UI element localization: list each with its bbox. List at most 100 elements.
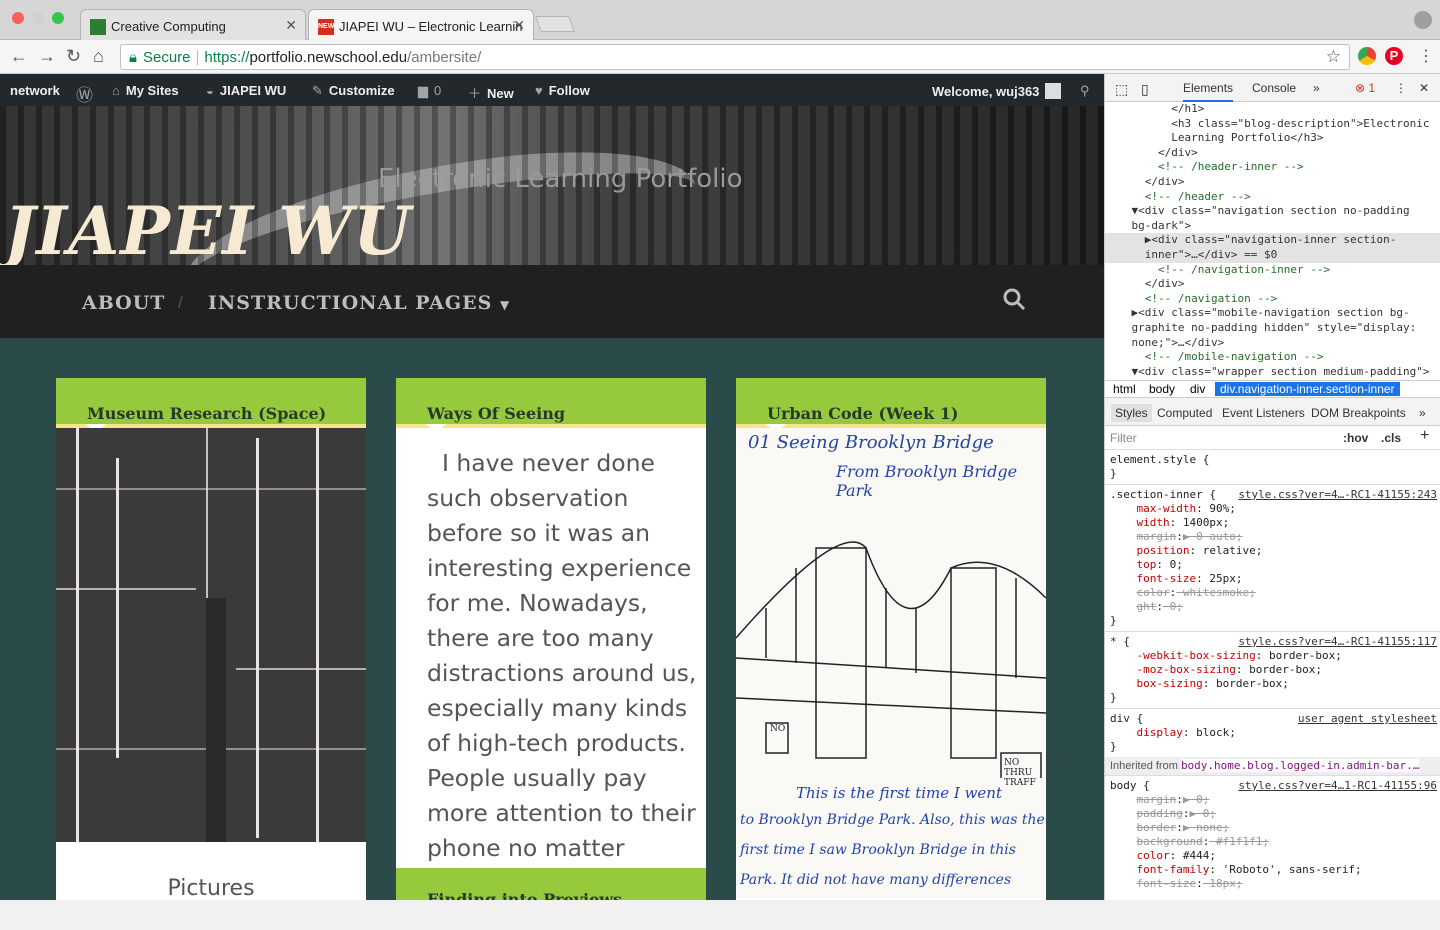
add-rule-icon[interactable]: + — [1420, 427, 1429, 445]
more-tabs-icon[interactable]: » — [1419, 406, 1426, 420]
style-rule[interactable]: style.css?ver=4…-RC1-41155:117 * { -webki… — [1105, 631, 1440, 708]
devtools-menu-icon[interactable]: ⋮ — [1395, 81, 1407, 95]
post-title[interactable]: Museum Research (Space) — [87, 404, 326, 423]
more-tabs-icon[interactable]: » — [1313, 81, 1320, 95]
post-title[interactable]: Finding into Previews — [427, 890, 622, 900]
dom-node-line[interactable]: <!-- /header --> — [1105, 190, 1440, 205]
crumb-body[interactable]: body — [1149, 382, 1175, 396]
post-title[interactable]: Urban Code (Week 1) — [767, 404, 958, 423]
dom-node-line[interactable]: <h3 class="blog-description">Electronic — [1105, 117, 1440, 132]
bookmark-star-icon[interactable]: ☆ — [1326, 47, 1341, 67]
dom-node-line[interactable]: <!-- /header-inner --> — [1105, 160, 1440, 175]
main-navigation: ABOUT / INSTRUCTIONAL PAGES ▼ — [0, 265, 1104, 338]
close-devtools-icon[interactable]: ✕ — [1419, 81, 1429, 95]
home-icon[interactable]: ⌂ — [93, 46, 104, 67]
error-badge[interactable]: ⊗ 1 — [1355, 81, 1375, 95]
style-rule[interactable]: style.css?ver=4…1-RC1-41155:96 body { mar… — [1105, 775, 1440, 894]
dom-node-line[interactable]: none;">…</div> — [1105, 336, 1440, 351]
close-window-icon[interactable] — [12, 12, 24, 24]
tab-dom-breakpoints[interactable]: DOM Breakpoints — [1311, 406, 1406, 420]
dom-node-line[interactable]: inner">…</div> == $0 — [1105, 247, 1440, 263]
rule-source-link[interactable]: user agent stylesheet — [1298, 712, 1437, 726]
styles-rules[interactable]: element.style {} style.css?ver=4…-RC1-411… — [1105, 450, 1440, 930]
rule-source-link[interactable]: style.css?ver=4…-RC1-41155:117 — [1238, 635, 1437, 649]
style-rule[interactable]: style.css?ver=4…-RC1-41155:243 .section-i… — [1105, 484, 1440, 631]
welcome-label: Welcome, wuj363 — [932, 84, 1040, 99]
dom-node-line[interactable]: <!-- /navigation --> — [1105, 292, 1440, 307]
blog-title[interactable]: JIAPEI WU — [4, 192, 412, 265]
inspect-icon[interactable]: ⬚ — [1115, 81, 1128, 98]
maximize-window-icon[interactable] — [52, 12, 64, 24]
post-title[interactable]: Ways Of Seeing — [427, 404, 565, 423]
new-content-menu[interactable]: ＋ New — [468, 83, 514, 102]
tab-jiapei-wu[interactable]: NEW JIAPEI WU – Electronic Learnin ✕ — [308, 9, 534, 41]
crumb-html[interactable]: html — [1113, 382, 1136, 396]
hov-toggle[interactable]: :hov — [1343, 431, 1368, 445]
tab-computed[interactable]: Computed — [1157, 406, 1212, 420]
search-icon[interactable] — [1002, 287, 1026, 311]
tab-event-listeners[interactable]: Event Listeners — [1222, 406, 1305, 420]
customize-link[interactable]: ✎ Customize — [312, 83, 395, 99]
dom-node-line[interactable]: Learning Portfolio</h3> — [1105, 131, 1440, 146]
post-card[interactable]: Museum Research (Space) Pictures — [56, 378, 366, 900]
account-menu[interactable]: Welcome, wuj363 — [932, 83, 1062, 99]
rule-source-link[interactable]: style.css?ver=4…-RC1-41155:243 — [1238, 488, 1437, 502]
extension-icon[interactable] — [1358, 47, 1376, 65]
dom-node-line[interactable]: </div> — [1105, 175, 1440, 190]
search-icon[interactable]: ⚲ — [1080, 83, 1090, 99]
device-toggle-icon[interactable]: ▯ — [1141, 81, 1149, 98]
comments-count: 0 — [434, 83, 442, 98]
new-tab-button[interactable] — [535, 16, 575, 32]
crumb-selected[interactable]: div.navigation-inner.section-inner — [1215, 382, 1400, 396]
dom-node-line[interactable]: ▶<div class="mobile-navigation section b… — [1105, 306, 1440, 321]
dom-tree[interactable]: </h1> <h3 class="blog-description">Elect… — [1105, 102, 1440, 380]
dom-node-line[interactable]: </h1> — [1105, 102, 1440, 117]
dom-node-line[interactable]: ▶<div class="navigation-inner section- — [1105, 233, 1440, 248]
dom-node-line[interactable]: ▼<div class="wrapper section medium-padd… — [1105, 365, 1440, 380]
rule-line: ght: 0; — [1136, 600, 1183, 613]
dom-node-line[interactable]: ▼<div class="navigation section no-paddi… — [1105, 204, 1440, 219]
tab-styles[interactable]: Styles — [1111, 404, 1152, 422]
comments-link[interactable]: ▆ 0 — [418, 83, 441, 99]
tab-console[interactable]: Console — [1252, 81, 1296, 95]
nav-instructional-pages[interactable]: INSTRUCTIONAL PAGES ▼ — [208, 292, 510, 314]
my-sites-menu[interactable]: ⌂ My Sites — [112, 83, 179, 98]
bridge-sketch-image[interactable]: 01 Seeing Brooklyn Bridge From Brooklyn … — [736, 428, 1046, 898]
style-rule[interactable]: element.style {} — [1105, 450, 1440, 484]
post-card[interactable]: Ways Of Seeing I have never done such ob… — [396, 378, 706, 868]
tab-close-icon[interactable]: ✕ — [513, 17, 525, 34]
crumb-div[interactable]: div — [1190, 382, 1205, 396]
circuit-image[interactable] — [56, 428, 366, 842]
profile-icon[interactable] — [1414, 11, 1432, 29]
post-card[interactable]: Finding into Previews — [396, 868, 706, 900]
network-menu[interactable]: network — [10, 83, 60, 98]
dom-node-line[interactable]: <!-- /mobile-navigation --> — [1105, 350, 1440, 365]
dom-node-line[interactable]: <!-- /navigation-inner --> — [1105, 263, 1440, 278]
tab-creative-computing[interactable]: Creative Computing ✕ — [80, 9, 306, 41]
chrome-menu-icon[interactable]: ⋮ — [1418, 46, 1434, 66]
post-card[interactable]: Urban Code (Week 1) 01 Seeing Brooklyn B… — [736, 378, 1046, 900]
rule-source-link[interactable]: style.css?ver=4…1-RC1-41155:96 — [1238, 779, 1437, 793]
nav-about[interactable]: ABOUT — [82, 292, 165, 314]
dom-node-line[interactable]: bg-dark"> — [1105, 219, 1440, 234]
dom-node-line[interactable]: graphite no-padding hidden" style="displ… — [1105, 321, 1440, 336]
rule-line: font-size: 18px; — [1136, 877, 1243, 890]
tab-elements[interactable]: Elements — [1183, 81, 1234, 102]
dom-node-line[interactable]: </div> — [1105, 277, 1440, 292]
minimize-window-icon[interactable] — [32, 12, 44, 24]
forward-icon[interactable]: → — [38, 46, 56, 67]
style-rule[interactable]: user agent stylesheet div { display: bloc… — [1105, 708, 1440, 757]
post-excerpt: Pictures — [167, 876, 255, 900]
tab-close-icon[interactable]: ✕ — [285, 17, 297, 34]
pinterest-icon[interactable]: P — [1385, 47, 1403, 65]
reload-icon[interactable]: ↻ — [66, 46, 81, 67]
cls-toggle[interactable]: .cls — [1381, 431, 1401, 445]
avatar — [1045, 83, 1062, 99]
back-icon[interactable]: ← — [10, 46, 28, 67]
filter-input[interactable]: Filter — [1110, 431, 1137, 445]
site-name-menu[interactable]: ◒ JIAPEI WU — [206, 83, 286, 98]
wordpress-logo-icon[interactable]: Ⓦ — [76, 83, 99, 108]
follow-link[interactable]: ♥ Follow — [535, 83, 590, 98]
url-bar[interactable]: 🔒︎ Secure | https://portfolio.newschool.edu… — [120, 44, 1350, 70]
dom-node-line[interactable]: </div> — [1105, 146, 1440, 161]
